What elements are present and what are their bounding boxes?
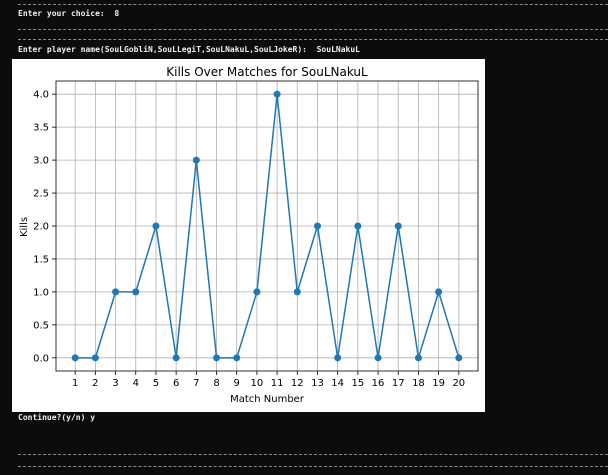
y-tick-label: 2.5	[33, 189, 49, 200]
y-tick-label: 3.5	[33, 123, 49, 134]
x-tick-label: 18	[412, 378, 425, 389]
data-point	[91, 354, 99, 362]
x-tick-label: 5	[153, 378, 159, 389]
x-tick-label: 11	[271, 378, 284, 389]
y-tick-label: 4.0	[33, 90, 49, 101]
data-point	[455, 354, 463, 362]
data-point	[273, 90, 281, 98]
x-tick-label: 20	[452, 378, 465, 389]
x-tick-label: 17	[392, 378, 405, 389]
data-point	[253, 288, 261, 296]
data-point	[394, 222, 402, 230]
y-tick-label: 3.0	[33, 156, 49, 167]
x-tick-label: 1	[72, 378, 78, 389]
data-point	[435, 288, 443, 296]
data-point	[354, 222, 362, 230]
y-tick-label: 2.0	[33, 222, 49, 233]
x-tick-label: 19	[432, 378, 445, 389]
data-point	[414, 354, 422, 362]
data-point	[334, 354, 342, 362]
player-name-prompt: Enter player name(SouLGobliN,SouLLegiT,S…	[18, 45, 360, 54]
y-tick-label: 1.0	[33, 287, 49, 298]
x-tick-label: 13	[311, 378, 324, 389]
data-point	[192, 156, 200, 164]
y-tick-label: 0.0	[33, 353, 49, 364]
separator	[18, 39, 608, 40]
x-tick-label: 16	[372, 378, 385, 389]
data-point	[71, 354, 79, 362]
data-point	[172, 354, 180, 362]
data-point	[112, 288, 120, 296]
x-tick-label: 3	[112, 378, 118, 389]
x-tick-label: 7	[193, 378, 199, 389]
separator	[18, 29, 608, 30]
x-tick-label: 2	[92, 378, 98, 389]
data-point	[213, 354, 221, 362]
x-tick-label: 8	[213, 378, 219, 389]
y-axis-label: Kills	[19, 217, 30, 237]
data-point	[132, 288, 140, 296]
x-tick-label: 6	[173, 378, 179, 389]
y-tick-label: 1.5	[33, 254, 49, 265]
x-tick-label: 15	[351, 378, 364, 389]
choice-prompt: Enter your choice: 8	[18, 9, 120, 18]
continue-prompt: Continue?(y/n) y	[18, 413, 96, 422]
y-tick-label: 0.5	[33, 320, 49, 331]
chart-title: Kills Over Matches for SouLNakuL	[166, 65, 368, 79]
x-tick-label: 10	[251, 378, 264, 389]
data-point	[293, 288, 301, 296]
separator-top	[18, 4, 608, 5]
x-tick-label: 4	[133, 378, 139, 389]
x-axis-label: Match Number	[230, 394, 305, 405]
data-point	[233, 354, 241, 362]
x-tick-label: 12	[291, 378, 304, 389]
x-tick-label: 14	[331, 378, 344, 389]
data-point	[313, 222, 321, 230]
separator	[18, 454, 608, 455]
kills-line-chart: Kills Over Matches for SouLNakuL Match N…	[12, 59, 485, 416]
separator	[18, 466, 608, 467]
data-point	[152, 222, 160, 230]
data-point	[374, 354, 382, 362]
x-tick-label: 9	[234, 378, 240, 389]
plot-figure: Kills Over Matches for SouLNakuL Match N…	[12, 59, 485, 412]
